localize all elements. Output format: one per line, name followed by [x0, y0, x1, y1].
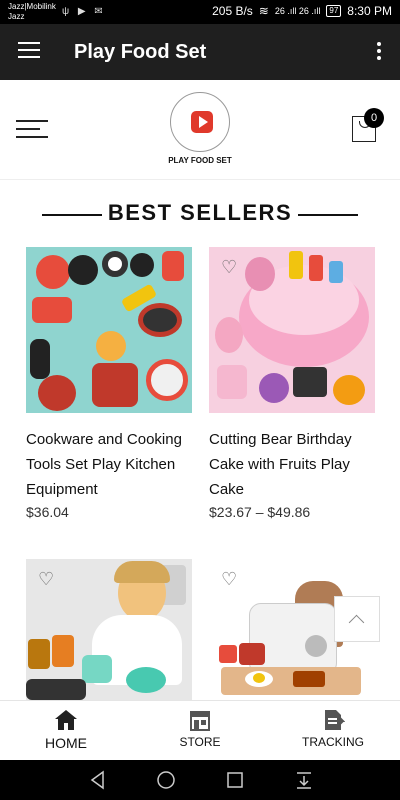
logo[interactable]: PLAY FOOD SET: [168, 92, 232, 172]
app-title: Play Food Set: [74, 41, 207, 63]
recents-icon[interactable]: [225, 770, 245, 790]
product-price: $36.04: [26, 504, 69, 520]
kebab-icon[interactable]: [376, 42, 382, 62]
product-image[interactable]: ♡: [209, 247, 375, 413]
clock: 8:30 PM: [347, 4, 392, 18]
section-title: BEST SELLERS: [107, 200, 293, 225]
document-icon: [321, 709, 346, 731]
status-right: 205 B/s ≋ 26 .ıll 26 .ıll 97 8:30 PM: [212, 4, 392, 18]
bottom-nav: HOME STORE TRACKING: [0, 700, 400, 760]
nav-tracking-label: TRACKING: [301, 735, 364, 749]
wifi-icon: ≋: [258, 4, 269, 18]
notification-icons: ψ ▶ ✉: [62, 6, 106, 17]
product-price: $23.67 – $49.86: [209, 504, 311, 520]
product-image[interactable]: ♡: [26, 559, 192, 700]
cart-count-badge: 0: [364, 108, 384, 128]
heading-rule-right: [298, 214, 358, 216]
network-speed: 205 B/s: [212, 4, 253, 18]
product-card: Cookware and Cooking Tools Set Play Kitc…: [26, 247, 192, 520]
store-icon: [188, 709, 212, 731]
nav-tracking[interactable]: TRACKING: [278, 709, 388, 749]
hamburger-icon[interactable]: [18, 42, 40, 60]
product-image[interactable]: [26, 247, 192, 413]
status-bar: Jazz|Mobilink Jazz ψ ▶ ✉ 205 B/s ≋ 26 .ı…: [0, 0, 400, 24]
nav-home-label: HOME: [45, 735, 87, 751]
nav-store[interactable]: STORE: [145, 709, 255, 749]
nav-store-label: STORE: [179, 735, 221, 749]
site-header: PLAY FOOD SET: [0, 80, 400, 180]
heart-icon[interactable]: ♡: [221, 257, 237, 278]
battery-icon: 97: [326, 5, 342, 17]
menu-icon[interactable]: [16, 120, 48, 140]
scroll-to-top-button[interactable]: [334, 596, 380, 642]
play-icon: [191, 111, 213, 133]
heart-icon[interactable]: ♡: [221, 569, 237, 590]
nav-home[interactable]: HOME: [11, 709, 121, 751]
signal-icon: 26 .ıll 26 .ıll: [274, 6, 321, 16]
carrier-label: Jazz|Mobilink Jazz: [8, 2, 56, 22]
home-icon: [54, 709, 78, 731]
system-nav-bar: [0, 760, 400, 800]
carrier-line2: Jazz: [8, 12, 25, 21]
logo-emblem: [170, 92, 230, 152]
back-icon[interactable]: [88, 770, 108, 790]
notification-pull-icon[interactable]: [294, 770, 314, 790]
home-circle-icon[interactable]: [156, 770, 176, 790]
product-name[interactable]: Cutting Bear Birthday Cake with Fruits P…: [209, 427, 375, 502]
product-card: ♡ Cutting Bear Birthday Cake with Fruits…: [209, 247, 375, 520]
heart-icon[interactable]: ♡: [38, 569, 54, 590]
carrier-line1: Jazz|Mobilink: [8, 2, 56, 11]
product-name[interactable]: Cookware and Cooking Tools Set Play Kitc…: [26, 427, 192, 502]
product-card: ♡: [26, 559, 192, 714]
logo-text: PLAY FOOD SET: [168, 156, 232, 165]
app-bar: Play Food Set: [0, 24, 400, 80]
